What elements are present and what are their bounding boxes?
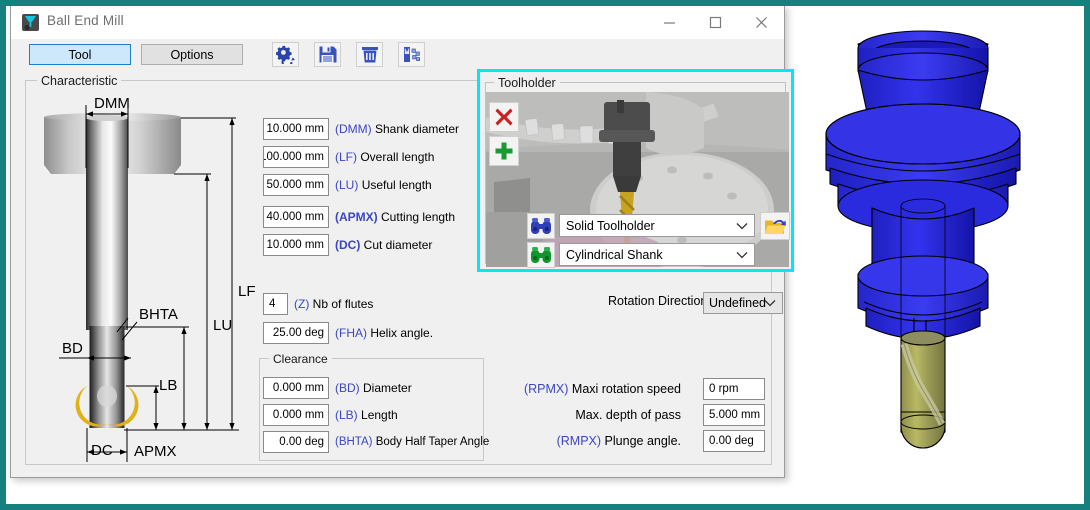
save-icon[interactable] xyxy=(314,42,341,67)
cut-diameter-input[interactable]: 10.000 mm xyxy=(263,234,329,256)
chevron-down-icon xyxy=(736,244,748,265)
cutting-length-label: (APMX) Cutting length xyxy=(335,206,455,228)
maximize-icon[interactable] xyxy=(692,6,738,38)
helix-angle-label: (FHA) Helix angle. xyxy=(335,322,433,344)
chevron-down-icon xyxy=(736,215,748,236)
characteristic-group-label: Characteristic xyxy=(37,74,121,88)
useful-length-label: (LU) Useful length xyxy=(335,174,432,196)
max-depth-of-pass-label: Max. depth of pass xyxy=(481,408,681,422)
helix-angle-input[interactable]: 25.00 deg xyxy=(263,322,329,344)
close-icon[interactable] xyxy=(738,6,784,38)
clearance-diameter-label: (BD) Diameter xyxy=(335,377,412,399)
tool-3d-preview[interactable] xyxy=(800,8,1085,478)
dim-label-apmx: APMX xyxy=(134,443,177,460)
dim-label-bd: BD xyxy=(62,340,83,357)
cut-diameter-label: (DC) Cut diameter xyxy=(335,234,432,256)
maxi-rotation-speed-input[interactable]: 0 rpm xyxy=(703,378,765,400)
rotation-direction-select[interactable]: Undefined xyxy=(703,292,783,314)
blue-binoculars-icon[interactable] xyxy=(527,213,555,239)
toolbar: Tool Options xyxy=(11,39,784,72)
useful-length-input[interactable]: 50.000 mm xyxy=(263,174,329,196)
delete-toolholder-button[interactable] xyxy=(489,102,519,132)
max-depth-of-pass-input[interactable]: 5.000 mm xyxy=(703,404,765,426)
body-half-taper-angle-input[interactable]: 0.00 deg xyxy=(263,431,329,453)
rotation-direction-value: Undefined xyxy=(709,296,766,310)
open-folder-icon[interactable] xyxy=(760,212,790,240)
minimize-icon[interactable] xyxy=(646,6,692,38)
maxi-rotation-speed-label: (RPMX) Maxi rotation speed xyxy=(481,382,681,396)
shank-diameter-label: (DMM) Shank diameter xyxy=(335,118,459,140)
clearance-length-label: (LB) Length xyxy=(335,404,398,426)
tab-options-label: Options xyxy=(170,48,213,62)
shank-type-select[interactable]: Cylindrical Shank xyxy=(559,243,755,266)
toolholder-type-select[interactable]: Solid Toolholder xyxy=(559,214,755,237)
dim-label-lu: LU xyxy=(213,317,232,334)
dim-label-dmm: DMM xyxy=(94,95,130,112)
nb-flutes-input[interactable]: 4 xyxy=(263,293,288,315)
toolholder-type-value: Solid Toolholder xyxy=(566,219,655,233)
cnc-machine-photo xyxy=(486,92,789,267)
trash-icon[interactable] xyxy=(356,42,383,67)
dim-label-lb: LB xyxy=(159,377,177,394)
overall-length-input[interactable]: 100.000 mm xyxy=(263,146,329,168)
green-binoculars-icon[interactable] xyxy=(527,242,555,268)
dim-label-bhta: BHTA xyxy=(139,306,178,323)
overall-length-label: (LF) Overall length xyxy=(335,146,434,168)
ball-end-mill-icon xyxy=(21,13,40,32)
nb-flutes-label: (Z) Nb of flutes xyxy=(294,293,373,315)
tab-options[interactable]: Options xyxy=(141,44,243,65)
tool-diagram: DMM LF LU LB BD DC APMX BHTA xyxy=(29,90,261,462)
add-toolholder-button[interactable] xyxy=(489,136,519,166)
clearance-group-label: Clearance xyxy=(269,352,332,366)
clearance-diameter-input[interactable]: 0.000 mm xyxy=(263,377,329,399)
screen: Ball End Mill Tool Options xyxy=(0,0,1090,510)
toolholder-group-label: Toolholder xyxy=(494,76,560,90)
title-bar: Ball End Mill xyxy=(11,6,784,39)
ball-end-mill-window: Ball End Mill Tool Options xyxy=(10,5,785,478)
tool-properties-icon[interactable] xyxy=(398,42,425,67)
plunge-angle-label: (RMPX) Plunge angle. xyxy=(481,434,681,448)
tab-tool[interactable]: Tool xyxy=(29,44,131,65)
window-title: Ball End Mill xyxy=(47,13,124,28)
tab-tool-label: Tool xyxy=(69,48,92,62)
body-half-taper-angle-label: (BHTA) Body Half Taper Angle xyxy=(335,431,489,453)
plunge-angle-input[interactable]: 0.00 deg xyxy=(703,430,765,452)
gear-refresh-icon[interactable] xyxy=(272,42,299,67)
chevron-down-icon xyxy=(764,293,776,313)
dim-label-dc: DC xyxy=(91,442,113,459)
toolholder-group: Toolholder xyxy=(477,69,794,272)
shank-diameter-input[interactable]: 10.000 mm xyxy=(263,118,329,140)
shank-type-value: Cylindrical Shank xyxy=(566,248,663,262)
cutting-length-input[interactable]: 40.000 mm xyxy=(263,206,329,228)
rotation-direction-label: Rotation Direction xyxy=(608,294,707,308)
dim-label-lf: LF xyxy=(238,283,256,300)
clearance-length-input[interactable]: 0.000 mm xyxy=(263,404,329,426)
